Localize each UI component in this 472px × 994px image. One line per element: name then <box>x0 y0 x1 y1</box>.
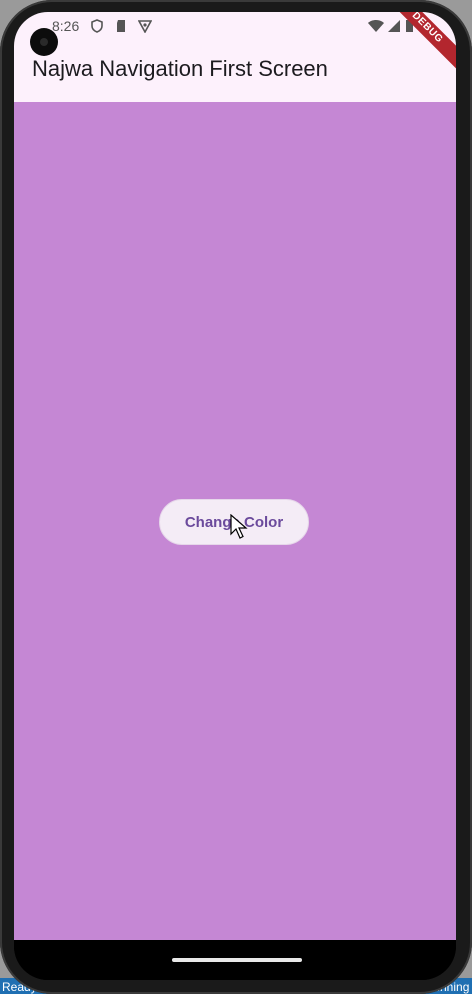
wifi-icon <box>368 20 384 32</box>
device-screen: 8:26 Najwa Navigation First Screen DEBUG… <box>14 12 456 980</box>
camera-cutout <box>30 28 58 56</box>
vpn-icon <box>138 20 152 33</box>
content-area: Change Color <box>14 102 456 940</box>
shield-icon <box>91 19 103 33</box>
status-time: 8:26 <box>52 18 80 34</box>
home-indicator[interactable] <box>172 958 302 962</box>
status-bar: 8:26 <box>14 12 456 40</box>
phone-frame: 8:26 Najwa Navigation First Screen DEBUG… <box>0 0 472 994</box>
system-nav-bar <box>14 940 456 980</box>
app-bar: 8:26 Najwa Navigation First Screen DEBUG <box>14 12 456 102</box>
cell-signal-icon <box>388 20 400 32</box>
mouse-cursor-icon <box>230 514 248 539</box>
sd-card-icon <box>117 20 125 32</box>
page-title: Najwa Navigation First Screen <box>32 56 328 81</box>
